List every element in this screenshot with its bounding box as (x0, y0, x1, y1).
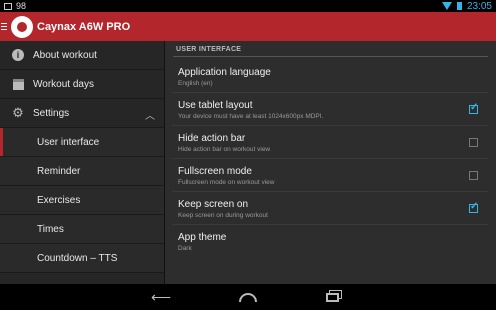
drawer-item-settings[interactable]: ⚙ Settings ︿ (0, 99, 164, 128)
pref-summary: Hide action bar on workout view (178, 146, 271, 153)
drawer-item-about-workout[interactable]: i About workout (0, 41, 164, 70)
drawer-item-label: Workout days (33, 78, 94, 90)
chevron-up-icon[interactable]: ︿ (145, 107, 155, 122)
section-divider (173, 56, 488, 57)
wifi-icon (441, 2, 452, 10)
drawer-item-label: Settings (33, 107, 70, 119)
drawer-subitem-label: User interface (37, 136, 100, 148)
pref-title: Keep screen on (178, 199, 249, 210)
pref-title: Use tablet layout (178, 100, 253, 111)
pref-hide-action-bar[interactable]: Hide action bar Hide action bar on worko… (172, 126, 488, 159)
system-navigation-bar: ⟵ (0, 284, 496, 310)
app-title: Caynax A6W PRO (37, 20, 131, 33)
tablet-layout-checkbox[interactable] (469, 102, 478, 114)
pref-use-tablet-layout[interactable]: Use tablet layout Your device must have … (172, 93, 488, 126)
info-icon: i (11, 48, 25, 62)
pref-title: Fullscreen mode (178, 166, 252, 177)
pref-title: App theme (178, 232, 227, 243)
drawer-subitem-label: Countdown – TTS (37, 252, 118, 264)
back-icon[interactable]: ⟵ (151, 289, 171, 305)
pref-title: Hide action bar (178, 133, 246, 144)
drawer-item-workout-days[interactable]: Workout days (0, 70, 164, 99)
drawer-subitem-times[interactable]: Times (0, 215, 164, 244)
settings-content: USER INTERFACE Application language Engl… (165, 41, 496, 284)
battery-icon (456, 2, 462, 10)
app-logo-icon[interactable] (11, 15, 33, 38)
clock: 23:05 (466, 0, 492, 12)
notification-icon (4, 2, 12, 10)
pref-fullscreen-mode[interactable]: Fullscreen mode Fullscreen mode on worko… (172, 159, 488, 192)
pref-summary: Dark (178, 245, 192, 252)
drawer-item-label: About workout (33, 49, 97, 61)
recent-apps-icon[interactable] (322, 289, 342, 305)
navigation-drawer: i About workout Workout days ⚙ Settings … (0, 41, 165, 284)
drawer-subitem-exercises[interactable]: Exercises (0, 186, 164, 215)
pref-title: Application language (178, 67, 271, 78)
drawer-subitem-user-interface[interactable]: User interface (0, 128, 164, 157)
fullscreen-mode-checkbox[interactable] (469, 171, 478, 180)
notification-count: 98 (16, 1, 27, 11)
pref-keep-screen-on[interactable]: Keep screen on Keep screen on during wor… (172, 192, 488, 225)
hide-action-bar-checkbox[interactable] (469, 138, 478, 147)
pref-app-theme[interactable]: App theme Dark (172, 225, 488, 258)
action-bar: Caynax A6W PRO (0, 12, 496, 41)
drawer-subitem-label: Reminder (37, 165, 81, 177)
drawer-subitem-label: Exercises (37, 194, 81, 206)
calendar-icon (11, 77, 25, 91)
keep-screen-on-checkbox[interactable] (469, 201, 478, 213)
drawer-subitem-label: Times (37, 223, 64, 235)
status-bar: 98 23:05 (0, 0, 496, 12)
section-title: USER INTERFACE (176, 46, 242, 53)
drawer-subitem-reminder[interactable]: Reminder (0, 157, 164, 186)
home-icon[interactable] (237, 289, 259, 305)
pref-summary: English (en) (178, 80, 213, 87)
pref-application-language[interactable]: Application language English (en) (172, 60, 488, 93)
pref-summary: Your device must have at least 1024x600p… (178, 113, 324, 120)
gear-icon: ⚙ (12, 105, 24, 120)
pref-summary: Fullscreen mode on workout view (178, 179, 275, 186)
drawer-subitem-countdown-tts[interactable]: Countdown – TTS (0, 244, 164, 273)
pref-summary: Keep screen on during workout (178, 212, 268, 219)
drawer-toggle-icon[interactable] (1, 23, 9, 30)
